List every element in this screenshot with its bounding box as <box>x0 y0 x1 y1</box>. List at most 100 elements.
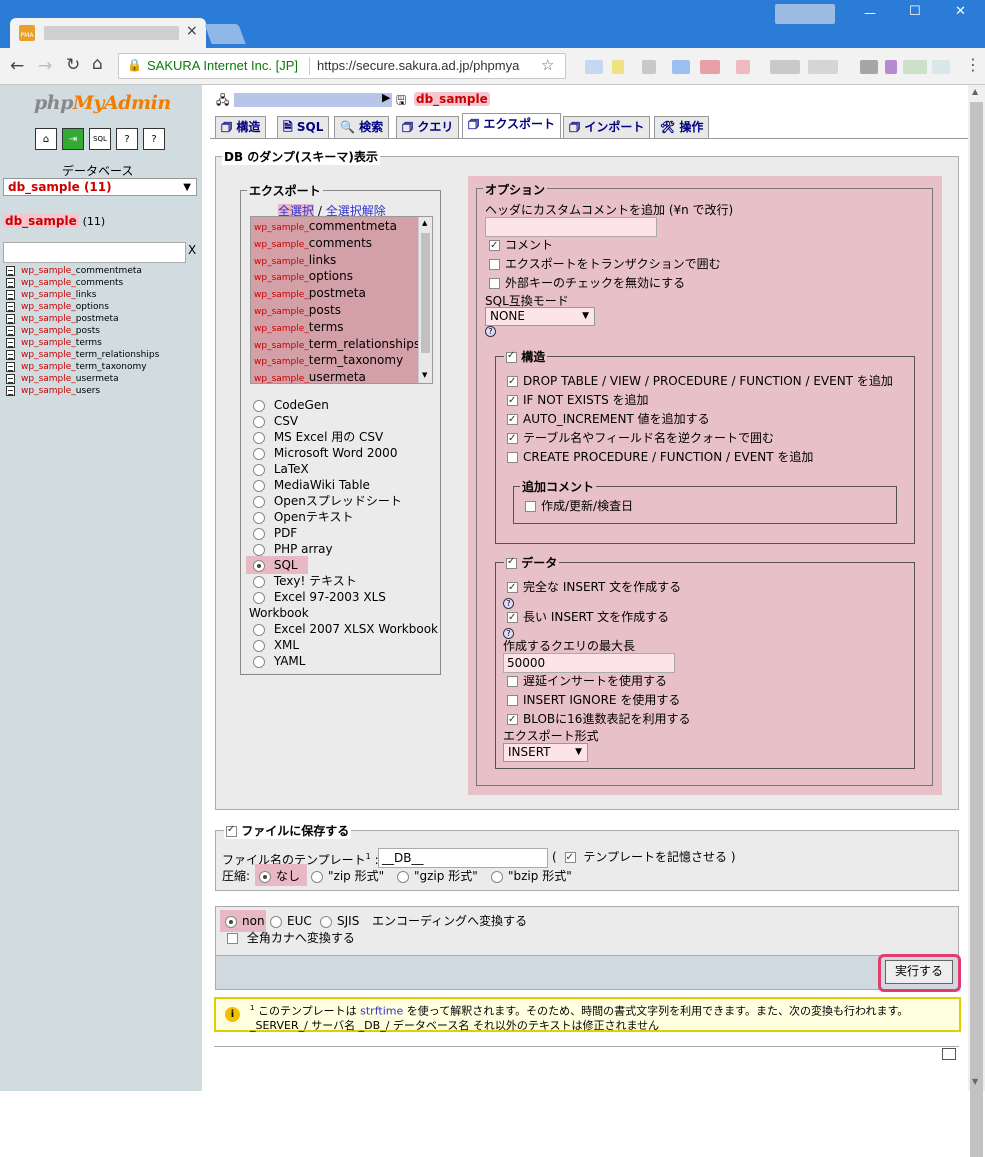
menu-icon[interactable]: ⋮ <box>965 55 981 74</box>
export-table-option[interactable]: wp_sample_commentmeta <box>254 218 397 236</box>
comment-checkbox[interactable]: コメント <box>489 237 553 254</box>
nav-table-item[interactable]: wp_sample_terms <box>6 337 102 349</box>
format-radio[interactable]: CodeGen <box>253 397 329 413</box>
compression-none-radio[interactable]: なし <box>259 868 300 884</box>
star-icon[interactable]: ☆ <box>541 56 554 74</box>
format-radio[interactable]: MediaWiki Table <box>253 477 370 493</box>
kana-checkbox[interactable]: 全角カナへ変換する <box>227 930 355 946</box>
database-select[interactable]: db_sample (11) ▼ <box>3 178 197 196</box>
address-bar[interactable]: 🔒 SAKURA Internet Inc. [JP] https://secu… <box>118 53 566 79</box>
format-radio[interactable]: Excel 97-2003 XLS <box>253 589 386 605</box>
disable-fk-checkbox[interactable]: 外部キーのチェックを無効にする <box>489 275 685 291</box>
export-table-option[interactable]: wp_sample_terms <box>254 319 344 337</box>
compression-gzip-radio[interactable]: "gzip 形式" <box>397 868 478 884</box>
nav-table-item[interactable]: wp_sample_comments <box>6 277 123 289</box>
export-table-option[interactable]: wp_sample_posts <box>254 302 341 320</box>
delayed-checkbox[interactable]: 遅延インサートを使用する <box>507 673 667 689</box>
tab-import[interactable]: 🗇 インポート <box>563 116 651 138</box>
remember-template-checkbox[interactable] <box>564 850 576 866</box>
encoding-non-radio[interactable]: non <box>225 913 265 929</box>
reload-icon[interactable]: ↻ <box>66 55 80 75</box>
export-table-option[interactable]: wp_sample_term_taxonomy <box>254 352 403 370</box>
export-type-select[interactable]: INSERT ▼ <box>503 743 588 762</box>
nav-table-item[interactable]: wp_sample_usermeta <box>6 373 119 385</box>
export-table-option[interactable]: wp_sample_links <box>254 252 336 270</box>
browser-tab[interactable]: PMA × <box>10 18 206 48</box>
tab-close-icon[interactable]: × <box>186 23 198 39</box>
export-table-option[interactable]: wp_sample_options <box>254 268 353 286</box>
close-window-icon[interactable]: ✕ <box>955 4 966 19</box>
complete-insert-checkbox[interactable]: 完全な INSERT 文を作成する <box>507 579 681 596</box>
format-radio[interactable]: Texy! テキスト <box>253 573 357 589</box>
new-tab-button[interactable] <box>204 24 246 44</box>
listbox-scrollbar[interactable]: ▲ ▼ <box>418 217 432 383</box>
nav-table-item[interactable]: wp_sample_commentmeta <box>6 265 142 277</box>
nav-table-item[interactable]: wp_sample_postmeta <box>6 313 119 325</box>
format-radio[interactable]: Openテキスト <box>253 509 354 525</box>
transaction-checkbox[interactable]: エクスポートをトランザクションで囲む <box>489 256 721 272</box>
home-icon[interactable]: ⌂ <box>92 54 103 74</box>
tab-structure[interactable]: 🗇 構造 <box>215 116 267 138</box>
scrollbar-thumb[interactable] <box>970 102 983 1157</box>
format-radio[interactable]: YAML <box>253 653 305 669</box>
nav-table-item[interactable]: wp_sample_term_relationships <box>6 349 159 361</box>
table-filter-input[interactable] <box>3 242 186 263</box>
docs-icon[interactable]: ? <box>143 128 165 150</box>
compat-help-icon[interactable]: ? <box>485 326 496 337</box>
query-window-icon[interactable]: SQL <box>89 128 111 150</box>
format-radio[interactable]: SQL <box>253 557 298 573</box>
hex-blob-checkbox[interactable]: BLOBに16進数表記を利用する <box>507 711 690 728</box>
server-name-blurred[interactable] <box>234 93 392 107</box>
breadcrumb-db[interactable]: db_sample <box>414 92 490 106</box>
encoding-sjis-radio[interactable]: SJIS <box>320 913 359 929</box>
page-scrollbar[interactable]: ▲ ▼ <box>968 85 985 1157</box>
max-query-input[interactable]: 50000 <box>503 653 675 673</box>
compat-select[interactable]: NONE ▼ <box>485 307 595 326</box>
back-icon[interactable]: ← <box>10 56 24 76</box>
format-radio[interactable]: MS Excel 用の CSV <box>253 429 383 445</box>
structure-option-checkbox[interactable]: IF NOT EXISTS を追加 <box>507 392 649 409</box>
format-radio[interactable]: CSV <box>253 413 298 429</box>
nav-table-item[interactable]: wp_sample_users <box>6 385 100 397</box>
tab-sql[interactable]: 🗎 SQL <box>277 116 330 138</box>
export-table-option[interactable]: wp_sample_usermeta <box>254 369 366 383</box>
format-radio[interactable]: Excel 2007 XLSX Workbook <box>253 621 438 637</box>
format-radio[interactable]: PHP array <box>253 541 333 557</box>
dates-checkbox[interactable]: 作成/更新/検査日 <box>525 498 633 514</box>
minimize-icon[interactable]: — <box>864 6 876 20</box>
export-table-option[interactable]: wp_sample_term_relationships <box>254 336 420 354</box>
filename-template-input[interactable]: __DB__ <box>378 848 548 868</box>
structure-option-checkbox[interactable]: DROP TABLE / VIEW / PROCEDURE / FUNCTION… <box>507 373 893 390</box>
format-radio[interactable]: PDF <box>253 525 297 541</box>
header-comment-input[interactable] <box>485 217 657 237</box>
go-button[interactable]: 実行する <box>885 960 953 984</box>
tab-export[interactable]: 🗇 エクスポート <box>462 113 561 138</box>
nav-table-item[interactable]: wp_sample_links <box>6 289 96 301</box>
compression-zip-radio[interactable]: "zip 形式" <box>311 868 384 884</box>
filter-clear-button[interactable]: X <box>188 243 196 257</box>
strftime-link[interactable]: strftime <box>360 1005 403 1018</box>
print-icon[interactable] <box>942 1048 956 1060</box>
help-icon[interactable]: ? <box>116 128 138 150</box>
ignore-checkbox[interactable]: INSERT IGNORE を使用する <box>507 692 680 708</box>
nav-table-item[interactable]: wp_sample_options <box>6 301 109 313</box>
home-icon[interactable]: ⌂ <box>35 128 57 150</box>
export-table-option[interactable]: wp_sample_comments <box>254 235 372 253</box>
complete-insert-help-icon[interactable]: ? <box>503 598 514 609</box>
table-listbox[interactable]: wp_sample_commentmeta wp_sample_comments w… <box>250 216 433 384</box>
format-radio[interactable]: XML <box>253 637 299 653</box>
encoding-euc-radio[interactable]: EUC <box>270 913 312 929</box>
forward-icon[interactable]: → <box>38 56 52 76</box>
nav-table-item[interactable]: wp_sample_term_taxonomy <box>6 361 147 373</box>
format-radio[interactable]: Openスプレッドシート <box>253 493 402 509</box>
format-radio[interactable]: Microsoft Word 2000 <box>253 445 397 461</box>
exit-icon[interactable]: ⇥ <box>62 128 84 150</box>
phpmyadmin-logo[interactable]: phpMyAdmin <box>34 92 171 114</box>
tab-operations[interactable]: 🛠 操作 <box>654 116 710 138</box>
export-table-option[interactable]: wp_sample_postmeta <box>254 285 366 303</box>
extended-insert-checkbox[interactable]: 長い INSERT 文を作成する <box>507 609 669 626</box>
structure-option-checkbox[interactable]: AUTO_INCREMENT 値を追加する <box>507 411 710 428</box>
maximize-icon[interactable]: ☐ <box>909 4 921 19</box>
nav-table-item[interactable]: wp_sample_posts <box>6 325 100 337</box>
tab-query[interactable]: 🗇 クエリ <box>396 116 460 138</box>
